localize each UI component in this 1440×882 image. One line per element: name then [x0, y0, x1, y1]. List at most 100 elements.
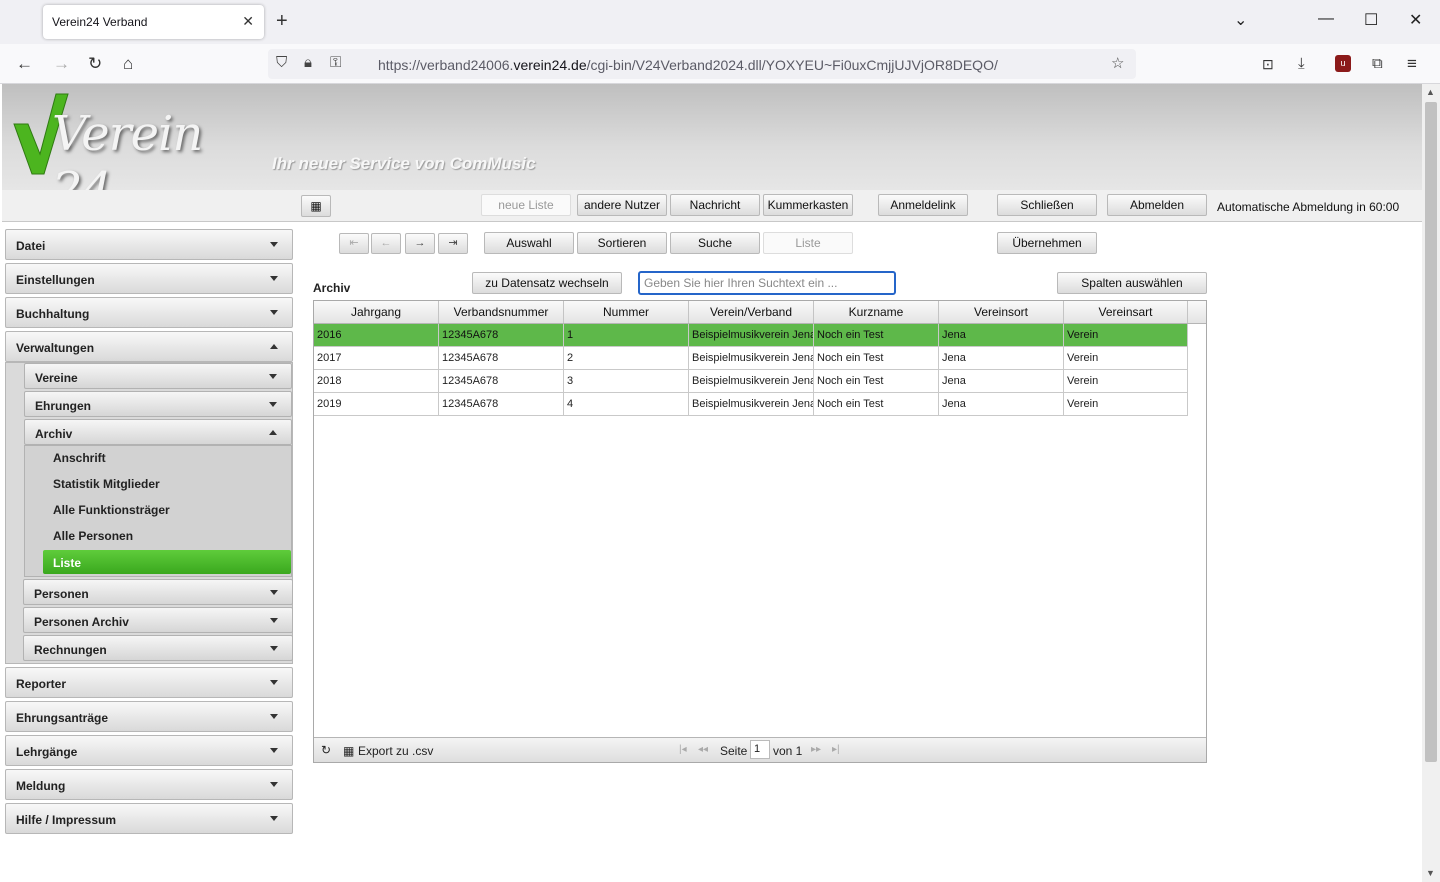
- column-header-verbandsnummer[interactable]: Verbandsnummer: [439, 301, 564, 323]
- previous-record-button[interactable]: ←: [371, 233, 401, 254]
- reload-icon[interactable]: ↻: [88, 54, 102, 74]
- scroll-up-icon[interactable]: ▲: [1426, 87, 1435, 97]
- app-header: Verein 24 Ihr neuer Service von ComMusic: [2, 84, 1422, 218]
- sidebar-label: Vereine: [35, 371, 78, 385]
- column-header-nummer[interactable]: Nummer: [564, 301, 689, 323]
- shield-icon[interactable]: ⛉: [276, 54, 287, 71]
- url-bar[interactable]: ⛉ 🔒︎ ⚿ https://verband24006.verein24.de/…: [268, 49, 1136, 79]
- sidebar-label: Meldung: [16, 779, 66, 793]
- column-header-kurzname[interactable]: Kurzname: [814, 301, 939, 323]
- sidebar-item-archiv[interactable]: Archiv: [24, 419, 292, 445]
- sidebar-item-liste[interactable]: Liste: [43, 550, 291, 574]
- bookmark-star-icon[interactable]: ☆: [1111, 54, 1124, 72]
- table-row[interactable]: 2018 12345A678 3 Beispielmusikverein Jen…: [314, 370, 1188, 393]
- column-header-verein[interactable]: Verein/Verband: [689, 301, 814, 323]
- next-record-button[interactable]: →: [405, 233, 435, 254]
- kummerkasten-button[interactable]: Kummerkasten: [763, 194, 853, 216]
- sidebar-item-buchhaltung[interactable]: Buchhaltung: [5, 297, 293, 328]
- suche-button[interactable]: Suche: [670, 232, 760, 254]
- previous-page-icon[interactable]: ◂◂: [698, 744, 708, 755]
- neue-liste-button[interactable]: neue Liste: [481, 194, 571, 216]
- liste-button[interactable]: Liste: [763, 232, 853, 254]
- tab-title: Verein24 Verband: [52, 15, 148, 29]
- sidebar-item-ehrungsantraege[interactable]: Ehrungsanträge: [5, 701, 293, 732]
- table-row[interactable]: 2017 12345A678 2 Beispielmusikverein Jen…: [314, 347, 1188, 370]
- nachricht-button[interactable]: Nachricht: [670, 194, 760, 216]
- column-header-vereinsart[interactable]: Vereinsart: [1064, 301, 1188, 323]
- sidebar-item-meldung[interactable]: Meldung: [5, 769, 293, 800]
- maximize-icon[interactable]: ☐: [1364, 10, 1378, 30]
- sidebar-item-anschrift[interactable]: Anschrift: [53, 451, 106, 465]
- last-record-button[interactable]: ⇥: [438, 233, 468, 254]
- sidebar-item-reporter[interactable]: Reporter: [5, 667, 293, 698]
- table-cell: Verein: [1064, 347, 1188, 369]
- table-cell: Jena: [939, 370, 1064, 392]
- sidebar-item-personen[interactable]: Personen: [23, 579, 293, 605]
- close-tab-icon[interactable]: ✕: [242, 13, 254, 30]
- export-csv-button[interactable]: Export zu .csv: [358, 744, 433, 758]
- auswahl-button[interactable]: Auswahl: [484, 232, 574, 254]
- sidebar-item-verwaltungen[interactable]: Verwaltungen: [5, 331, 293, 362]
- back-icon[interactable]: ←: [16, 54, 33, 74]
- sidebar-item-statistik[interactable]: Statistik Mitglieder: [53, 477, 160, 491]
- sortieren-button[interactable]: Sortieren: [577, 232, 667, 254]
- scrollbar-thumb[interactable]: [1425, 102, 1437, 762]
- sidebar-item-ehrungen[interactable]: Ehrungen: [24, 391, 292, 417]
- table-row[interactable]: 2016 12345A678 1 Beispielmusikverein Jen…: [314, 324, 1188, 347]
- browser-tab[interactable]: Verein24 Verband ✕: [43, 5, 264, 39]
- zu-datensatz-wechseln-button[interactable]: zu Datensatz wechseln: [472, 272, 622, 294]
- last-page-icon[interactable]: ▸|: [832, 744, 840, 755]
- column-header-jahrgang[interactable]: Jahrgang: [314, 301, 439, 323]
- sidebar-label: Personen: [34, 587, 89, 601]
- column-header-vereinsort[interactable]: Vereinsort: [939, 301, 1064, 323]
- new-tab-icon[interactable]: +: [276, 10, 288, 32]
- schliessen-button[interactable]: Schließen: [997, 194, 1097, 216]
- table-cell: 2: [564, 347, 689, 369]
- abmelden-button[interactable]: Abmelden: [1107, 194, 1207, 216]
- search-input[interactable]: Geben Sie hier Ihren Suchtext ein ...: [638, 271, 896, 295]
- sidebar-item-funktionstraeger[interactable]: Alle Funktionsträger: [53, 503, 170, 517]
- pocket-icon[interactable]: ⊡: [1262, 54, 1274, 74]
- sidebar-item-lehrgaenge[interactable]: Lehrgänge: [5, 735, 293, 766]
- download-icon[interactable]: ⤓: [1298, 54, 1305, 74]
- scroll-down-icon[interactable]: ▼: [1426, 868, 1435, 878]
- sidebar-item-einstellungen[interactable]: Einstellungen: [5, 263, 293, 294]
- page-number-input[interactable]: 1: [750, 740, 770, 759]
- sidebar-item-alle-personen[interactable]: Alle Personen: [53, 529, 133, 543]
- first-record-button[interactable]: ⇤: [339, 233, 369, 254]
- url-text: https://verband24006.verein24.de/cgi-bin…: [378, 57, 998, 73]
- uebernehmen-button[interactable]: Übernehmen: [997, 232, 1097, 254]
- extensions-icon[interactable]: ⧉: [1372, 54, 1383, 74]
- menu-icon[interactable]: ≡: [1407, 54, 1417, 74]
- home-icon[interactable]: ⌂: [123, 54, 133, 74]
- refresh-icon[interactable]: ↻: [321, 743, 331, 757]
- andere-nutzer-button[interactable]: andere Nutzer: [577, 194, 667, 216]
- table-row[interactable]: 2019 12345A678 4 Beispielmusikverein Jen…: [314, 393, 1188, 416]
- lock-icon[interactable]: 🔒︎: [304, 54, 312, 71]
- table-cell: Beispielmusikverein Jena: [689, 347, 814, 369]
- sidebar-item-vereine[interactable]: Vereine: [24, 363, 292, 389]
- page-count: von 1: [773, 744, 803, 758]
- next-page-icon[interactable]: ▸▸: [811, 744, 821, 755]
- tab-list-icon[interactable]: ⌄: [1234, 10, 1247, 30]
- minimize-icon[interactable]: —: [1318, 10, 1334, 28]
- sidebar-item-personen-archiv[interactable]: Personen Archiv: [23, 607, 293, 633]
- sidebar-item-hilfe[interactable]: Hilfe / Impressum: [5, 803, 293, 834]
- archiv-table: Jahrgang Verbandsnummer Nummer Verein/Ve…: [313, 300, 1207, 763]
- csv-icon[interactable]: ▦: [343, 744, 354, 758]
- chevron-up-icon: [270, 344, 278, 349]
- close-window-icon[interactable]: ✕: [1409, 10, 1422, 30]
- sidebar-item-datei[interactable]: Datei: [5, 229, 293, 260]
- forward-icon[interactable]: →: [53, 54, 70, 74]
- permissions-icon[interactable]: ⚿: [330, 54, 341, 71]
- sidebar-item-rechnungen[interactable]: Rechnungen: [23, 635, 293, 661]
- page-scrollbar[interactable]: ▲ ▼: [1422, 84, 1440, 882]
- ublock-icon[interactable]: u: [1335, 55, 1351, 72]
- table-cell: Verein: [1064, 370, 1188, 392]
- table-cell: Beispielmusikverein Jena: [689, 324, 814, 346]
- anmeldelink-button[interactable]: Anmeldelink: [878, 194, 968, 216]
- spalten-auswaehlen-button[interactable]: Spalten auswählen: [1057, 272, 1207, 294]
- first-page-icon[interactable]: |◂: [679, 744, 687, 755]
- table-cell: Jena: [939, 347, 1064, 369]
- sidebar-toggle-button[interactable]: ▦: [301, 195, 331, 217]
